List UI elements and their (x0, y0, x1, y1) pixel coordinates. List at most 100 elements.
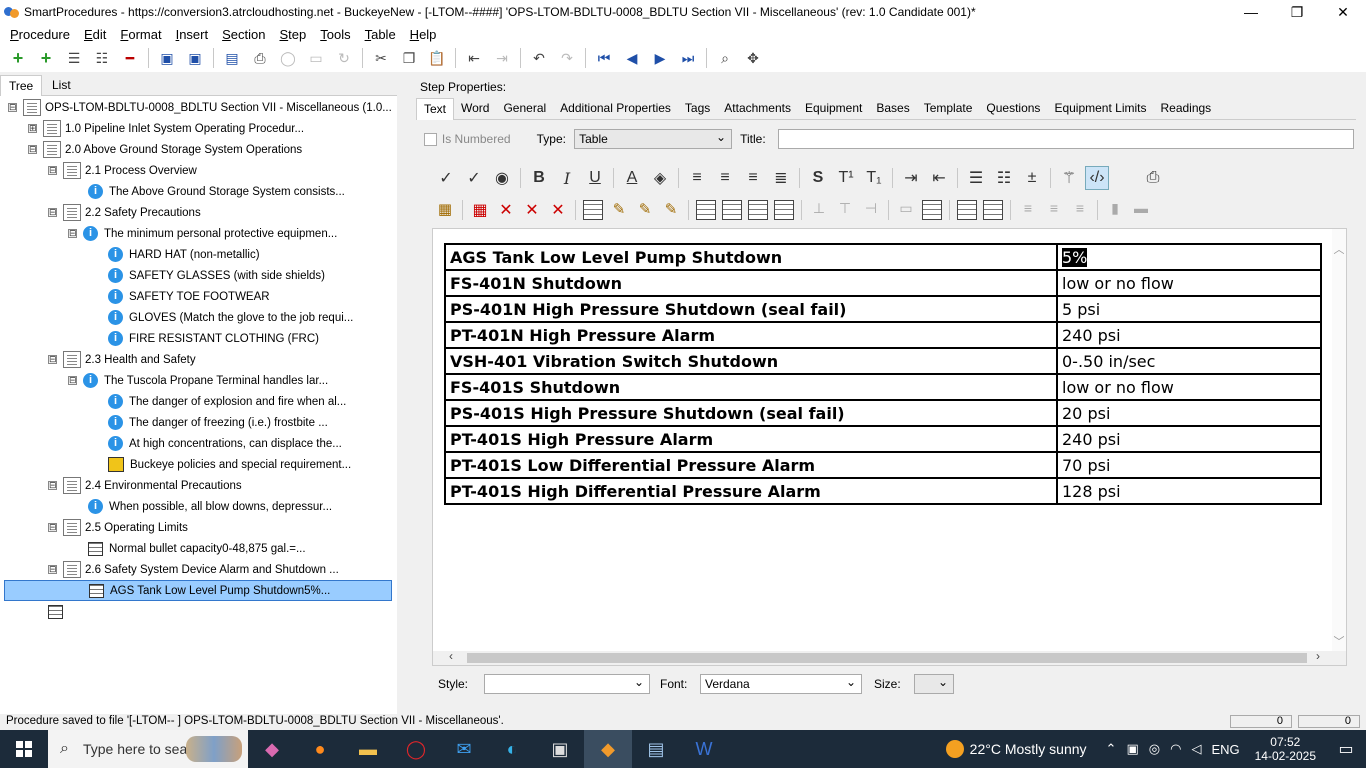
strikethrough-icon[interactable]: S (806, 166, 830, 190)
remote-desktop-icon[interactable]: ▤ (632, 730, 680, 768)
spell-check-icon[interactable]: ✓ (434, 166, 458, 190)
tab-equipment[interactable]: Equipment (798, 98, 869, 120)
menu-step[interactable]: Step (272, 27, 313, 42)
collapse-icon[interactable]: ⊟ (48, 481, 57, 490)
scroll-left-icon[interactable]: ‹ (449, 649, 453, 663)
bullet-list-icon[interactable]: ☰ (964, 166, 988, 190)
tree-node-section[interactable]: ⊟ 2.0 Above Ground Storage System Operati… (28, 139, 302, 160)
collapse-icon[interactable]: ⊟ (48, 166, 57, 175)
outdent-icon[interactable]: ⇤ (463, 47, 485, 69)
delete-column-icon[interactable]: ✕ (522, 200, 542, 220)
title-input[interactable] (777, 129, 1354, 149)
first-record-icon[interactable]: ⏮ (593, 47, 615, 69)
copilot-icon[interactable]: ◆ (248, 730, 296, 768)
decrease-indent-icon[interactable]: ⇤ (927, 166, 951, 190)
collapse-icon[interactable]: ⊟ (8, 103, 17, 112)
tree-node-step[interactable]: Buckeye policies and special requirement… (108, 454, 351, 475)
expand-icon[interactable]: ⊞ (28, 124, 37, 133)
last-record-icon[interactable]: ⏭ (677, 47, 699, 69)
align-center-icon[interactable]: ≡ (713, 166, 737, 190)
delete-row-icon[interactable]: ✕ (496, 200, 516, 220)
redo-all-icon[interactable]: ↻ (333, 47, 355, 69)
editor-vertical-scrollbar[interactable]: ︿ ﹀ (1332, 229, 1346, 653)
scroll-down-icon[interactable]: ﹀ (1332, 633, 1346, 649)
table-cell[interactable]: FS-401S Shutdown (444, 373, 1058, 401)
tree-node-step[interactable]: i The danger of freezing (i.e.) frostbite… (108, 412, 328, 433)
save-as-icon[interactable]: ▣ (156, 47, 178, 69)
tree-node-step[interactable]: i The Above Ground Storage System consist… (88, 181, 345, 202)
insert-column-right-icon[interactable] (722, 200, 742, 220)
insert-column-left-icon[interactable] (696, 200, 716, 220)
refresh-icon[interactable]: ◯ (277, 47, 299, 69)
tree-node-subsection[interactable]: ⊟ 2.5 Operating Limits (48, 517, 188, 538)
table-pen-icon[interactable]: ✎ (635, 200, 655, 220)
tab-attachments[interactable]: Attachments (717, 98, 798, 120)
word-icon[interactable]: W (680, 730, 728, 768)
menu-section[interactable]: Section (215, 27, 272, 42)
tree-node-subsection[interactable]: ⊟ 2.3 Health and Safety (48, 349, 196, 370)
scroll-right-icon[interactable]: › (1316, 649, 1320, 663)
list-alt-icon[interactable]: ☷ (91, 47, 113, 69)
minimize-button[interactable]: — (1228, 0, 1274, 24)
menu-help[interactable]: Help (403, 27, 444, 42)
align-cell-left-icon[interactable]: ≡ (1018, 200, 1038, 220)
tree-node-subsection[interactable]: ⊟ 2.2 Safety Precautions (48, 202, 201, 223)
type-select[interactable]: Table (574, 129, 733, 149)
cell-fill-icon[interactable] (922, 200, 942, 220)
print-icon[interactable]: ⎙ (1141, 166, 1165, 190)
tab-equipment-limits[interactable]: Equipment Limits (1047, 98, 1153, 120)
column-width-icon[interactable] (957, 200, 977, 220)
menu-edit[interactable]: Edit (77, 27, 113, 42)
spell-check-all-icon[interactable]: ✓ (462, 166, 486, 190)
align-cell-center-icon[interactable]: ≡ (1044, 200, 1064, 220)
remove-icon[interactable]: ━ (119, 47, 141, 69)
tab-word[interactable]: Word (454, 98, 496, 120)
table-cell[interactable]: AGS Tank Low Level Pump Shutdown (444, 243, 1058, 271)
delete-table-icon[interactable]: ▦ (470, 200, 490, 220)
maximize-button[interactable]: ❐ (1274, 0, 1320, 24)
close-button[interactable]: ✕ (1320, 0, 1366, 24)
preview-icon[interactable]: ▤ (221, 47, 243, 69)
is-numbered-checkbox[interactable] (424, 132, 437, 146)
volume-icon[interactable]: ◁ (1191, 741, 1201, 757)
collapse-icon[interactable]: ⊟ (48, 565, 57, 574)
smartprocedures-taskbar-icon[interactable]: ◆ (584, 730, 632, 768)
tree-node-subsection[interactable]: ⊟ 2.6 Safety System Device Alarm and Shut… (48, 559, 339, 580)
delete-cell-icon[interactable]: ✕ (548, 200, 568, 220)
step-text-editor[interactable]: AGS Tank Low Level Pump Shutdown 5% FS-40… (432, 228, 1347, 666)
tree-node-step[interactable]: Normal bullet capacity0-48,875 gal.=... (88, 538, 306, 559)
tree-node-step[interactable]: i The danger of explosion and fire when a… (108, 391, 346, 412)
tree-node-step[interactable]: i When possible, all blow downs, depressu… (88, 496, 332, 517)
menu-table[interactable]: Table (358, 27, 403, 42)
table-cell[interactable]: 0-.50 in/sec (1056, 347, 1322, 375)
tree-node-step[interactable]: i At high concentrations, can displace th… (108, 433, 342, 454)
cell-border-icon[interactable]: ▭ (896, 200, 916, 220)
style-select[interactable] (484, 674, 650, 694)
tree-node-step[interactable]: i SAFETY TOE FOOTWEAR (108, 286, 270, 307)
location-icon[interactable]: ◎ (1149, 741, 1160, 757)
table-cell[interactable]: 240 psi (1056, 425, 1322, 453)
mail-icon[interactable]: ✉ (440, 730, 488, 768)
copy-icon[interactable]: ❐ (398, 47, 420, 69)
start-button[interactable] (0, 730, 48, 768)
tree-node-subsection[interactable]: ⊟ 2.1 Process Overview (48, 160, 197, 181)
tab-tags[interactable]: Tags (678, 98, 717, 120)
scroll-up-icon[interactable]: ︿ (1332, 241, 1346, 257)
subscript-icon[interactable]: T₁ (862, 166, 886, 190)
magic-wand-icon[interactable]: ⚚ (1057, 166, 1081, 190)
tab-bases[interactable]: Bases (869, 98, 916, 120)
table-cell[interactable]: PT-401N High Pressure Alarm (444, 321, 1058, 349)
tree-node-section[interactable]: ⊞ 1.0 Pipeline Inlet System Operating Pro… (28, 118, 304, 139)
cut-icon[interactable]: ✂ (370, 47, 392, 69)
list-icon[interactable]: ☰ (63, 47, 85, 69)
print-icon[interactable]: ⎙ (249, 47, 271, 69)
collapse-icon[interactable]: ⊟ (48, 208, 57, 217)
tab-template[interactable]: Template (917, 98, 980, 120)
menu-insert[interactable]: Insert (169, 27, 216, 42)
weather-widget[interactable]: 22°C Mostly sunny (945, 740, 1087, 758)
attach-icon[interactable]: ▮ (1105, 200, 1125, 220)
editor-horizontal-scrollbar[interactable]: ‹ › (433, 649, 1346, 665)
horizontal-line-icon[interactable]: ± (1020, 166, 1044, 190)
font-color-icon[interactable]: A (620, 166, 644, 190)
window-icon[interactable]: ▭ (305, 47, 327, 69)
